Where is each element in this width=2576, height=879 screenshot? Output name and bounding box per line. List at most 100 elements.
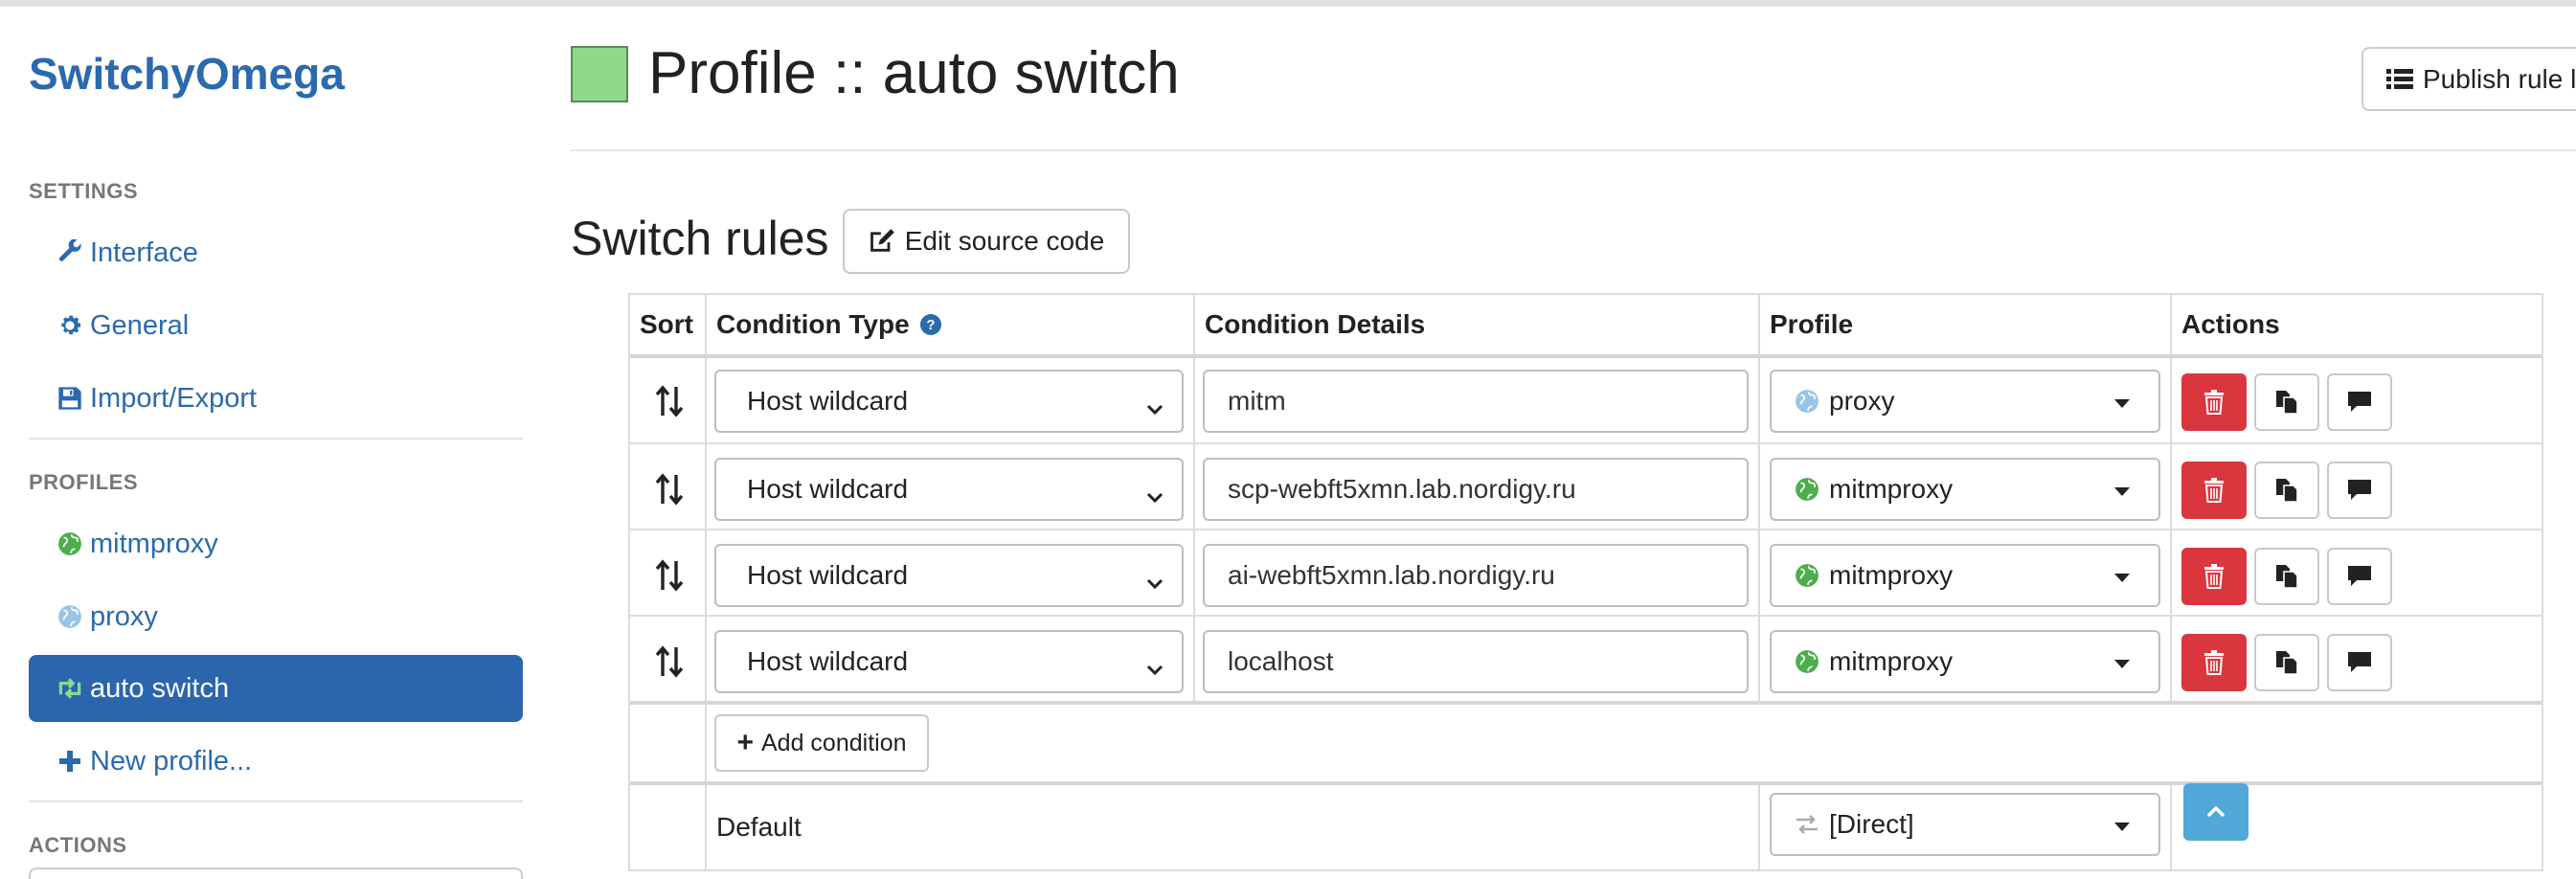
- edit-source-label: Edit source code: [904, 226, 1105, 256]
- condition-type-value: Host wildcard: [747, 474, 909, 504]
- note-rule-button[interactable]: [2327, 373, 2392, 431]
- page-title: Profile :: auto switch: [648, 40, 1180, 106]
- condition-details-value: mitm: [1228, 386, 1286, 416]
- rule-profile-value: mitmproxy: [1829, 646, 1954, 676]
- sidebar-item-new-profile[interactable]: New profile...: [29, 728, 523, 795]
- note-rule-button[interactable]: [2327, 634, 2392, 691]
- condition-details-value: ai-webft5xmn.lab.nordigy.ru: [1228, 560, 1555, 590]
- condition-details-input[interactable]: scp-webft5xmn.lab.nordigy.ru: [1203, 458, 1749, 521]
- copy-icon: [2275, 564, 2298, 589]
- top-border: [0, 0, 2576, 7]
- condition-details-value: scp-webft5xmn.lab.nordigy.ru: [1228, 474, 1576, 504]
- sort-handle-icon[interactable]: [655, 473, 684, 507]
- list-icon: [2386, 67, 2413, 92]
- publish-rule-list-button[interactable]: Publish rule li: [2361, 47, 2576, 111]
- plus-icon: +: [736, 727, 754, 758]
- retweet-icon: [56, 674, 84, 703]
- caret-down-icon: [2114, 487, 2130, 496]
- condition-details-input[interactable]: localhost: [1203, 630, 1749, 693]
- sort-handle-icon[interactable]: [655, 385, 684, 419]
- gear-icon: [56, 311, 84, 340]
- actions-button-partial[interactable]: [29, 868, 523, 879]
- add-condition-label: Add condition: [761, 729, 907, 756]
- edit-icon: [869, 228, 905, 255]
- sidebar-item-label: auto switch: [90, 672, 230, 704]
- condition-type-value: Host wildcard: [747, 560, 909, 590]
- rule-profile-select[interactable]: mitmproxy: [1770, 544, 2160, 607]
- collapse-button[interactable]: [2183, 783, 2248, 841]
- chevron-down-icon: [1145, 567, 1164, 597]
- brand-title[interactable]: SwitchyOmega: [29, 48, 345, 100]
- col-divider: [1758, 783, 1760, 871]
- switch-rules-table: Sort Condition Type ? Condition Details …: [628, 293, 2543, 871]
- add-condition-button[interactable]: + Add condition: [714, 714, 929, 772]
- header-divider: [571, 149, 2576, 151]
- sidebar-item-proxy[interactable]: proxy: [29, 583, 523, 650]
- sidebar-item-import-export[interactable]: Import/Export: [29, 365, 523, 432]
- edit-source-code-button[interactable]: Edit source code: [843, 209, 1130, 274]
- default-label: Default: [716, 812, 802, 842]
- rule-profile-select[interactable]: proxy: [1770, 370, 2160, 433]
- sidebar-item-label: New profile...: [90, 745, 253, 777]
- note-rule-button[interactable]: [2327, 548, 2392, 605]
- clone-rule-button[interactable]: [2254, 373, 2319, 431]
- chevron-down-icon: [1145, 481, 1164, 511]
- rule-profile-select[interactable]: mitmproxy: [1770, 630, 2160, 693]
- condition-type-select[interactable]: Host wildcard: [714, 544, 1184, 607]
- caret-down-icon: [2114, 823, 2130, 831]
- delete-rule-button[interactable]: [2181, 548, 2247, 605]
- sidebar-item-mitmproxy[interactable]: mitmproxy: [29, 510, 523, 577]
- sidebar-divider: [29, 800, 523, 802]
- col-header-sort: Sort: [640, 309, 693, 339]
- condition-details-input[interactable]: mitm: [1203, 370, 1749, 433]
- sidebar-item-label: proxy: [90, 600, 158, 632]
- sort-handle-icon[interactable]: [655, 559, 684, 594]
- copy-icon: [2275, 650, 2298, 675]
- trash-icon: [2203, 650, 2225, 675]
- condition-type-select[interactable]: Host wildcard: [714, 630, 1184, 693]
- trash-icon: [2203, 478, 2225, 503]
- publish-label: Publish rule li: [2423, 63, 2576, 94]
- sort-handle-icon[interactable]: [655, 645, 684, 680]
- globe-icon: [56, 530, 84, 558]
- sidebar: SwitchyOmega SETTINGS Interface General …: [29, 7, 523, 879]
- sidebar-item-label: General: [90, 309, 190, 341]
- default-profile-select[interactable]: [Direct]: [1770, 793, 2160, 856]
- condition-details-input[interactable]: ai-webft5xmn.lab.nordigy.ru: [1203, 544, 1749, 607]
- svg-text:?: ?: [926, 317, 935, 333]
- condition-type-value: Host wildcard: [747, 386, 909, 416]
- comment-icon: [2347, 565, 2372, 588]
- help-icon[interactable]: ?: [919, 313, 942, 336]
- clone-rule-button[interactable]: [2254, 634, 2319, 691]
- row-separator: [630, 701, 2542, 705]
- default-profile-value: [Direct]: [1829, 809, 1914, 839]
- rule-profile-select[interactable]: mitmproxy: [1770, 458, 2160, 521]
- chevron-up-icon: [2205, 804, 2226, 820]
- wrench-icon: [56, 238, 84, 267]
- delete-rule-button[interactable]: [2181, 634, 2247, 691]
- col-header-profile: Profile: [1770, 309, 1854, 339]
- note-rule-button[interactable]: [2327, 462, 2392, 519]
- rule-profile-value: proxy: [1829, 386, 1895, 416]
- sidebar-item-general[interactable]: General: [29, 292, 523, 359]
- direct-icon: [1795, 814, 1819, 835]
- row-separator: [630, 615, 2542, 617]
- sidebar-item-interface[interactable]: Interface: [29, 219, 523, 286]
- trash-icon: [2203, 390, 2225, 415]
- rule-profile-value: mitmproxy: [1829, 560, 1954, 590]
- comment-icon: [2347, 479, 2372, 502]
- sidebar-item-auto-switch[interactable]: auto switch: [29, 655, 523, 722]
- plus-icon: [56, 747, 84, 776]
- delete-rule-button[interactable]: [2181, 462, 2247, 519]
- caret-down-icon: [2114, 574, 2130, 582]
- clone-rule-button[interactable]: [2254, 548, 2319, 605]
- condition-details-value: localhost: [1228, 646, 1334, 676]
- globe-icon: [56, 602, 84, 631]
- clone-rule-button[interactable]: [2254, 462, 2319, 519]
- condition-type-select[interactable]: Host wildcard: [714, 370, 1184, 433]
- chevron-down-icon: [1145, 393, 1164, 423]
- delete-rule-button[interactable]: [2181, 373, 2247, 431]
- condition-type-select[interactable]: Host wildcard: [714, 458, 1184, 521]
- sidebar-item-label: Import/Export: [90, 382, 258, 414]
- sidebar-item-label: Interface: [90, 237, 198, 268]
